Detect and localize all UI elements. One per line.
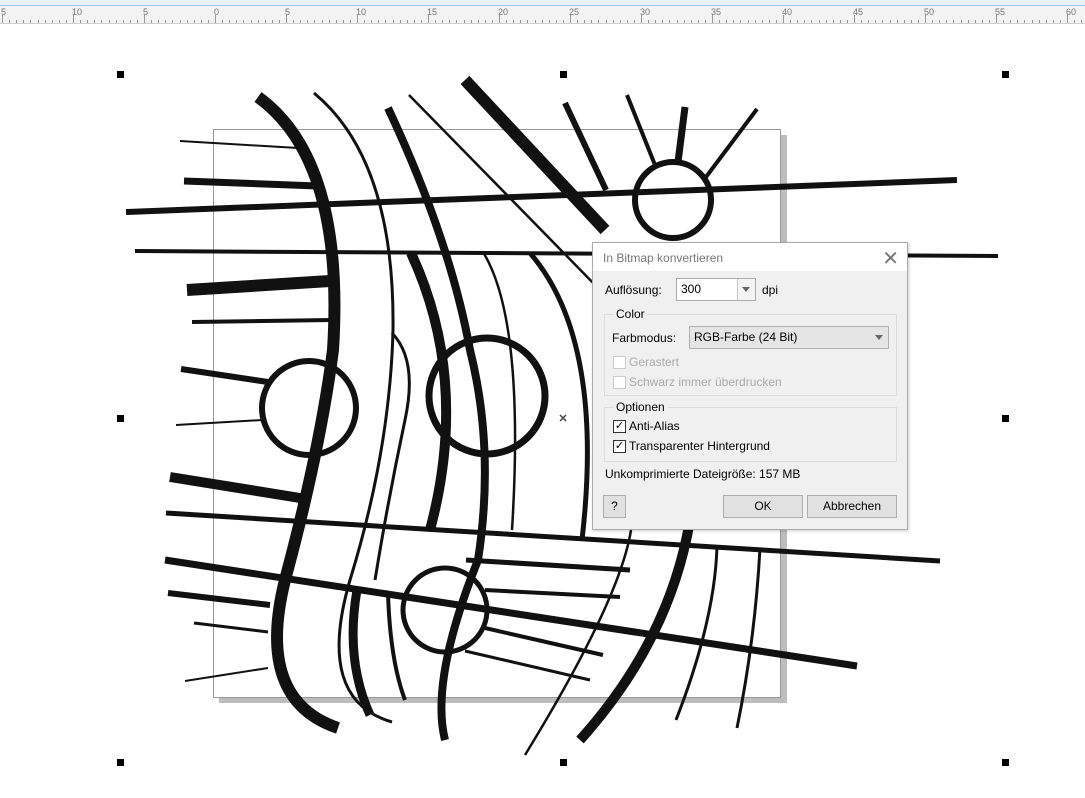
resolution-label: Auflösung: [605,283,662,297]
ok-button[interactable]: OK [723,495,803,518]
color-mode-select[interactable]: RGB-Farbe (24 Bit) [689,326,889,349]
color-group: Color Farbmodus: RGB-Farbe (24 Bit) Gera… [604,307,897,396]
antialias-checkbox[interactable]: ✓ [613,420,626,433]
dialog-title: In Bitmap konvertieren [593,243,907,271]
help-button[interactable]: ? [603,495,626,518]
drawing-canvas[interactable] [0,0,1085,798]
file-size-text: Unkomprimierte Dateigröße: 157 MB [605,467,801,481]
convert-to-bitmap-dialog: In Bitmap konvertieren ✕ Auflösung: 300 … [592,242,908,530]
dithered-checkbox[interactable] [613,356,626,369]
resolution-combo[interactable]: 300 [676,278,756,301]
transparent-background-checkbox[interactable]: ✓ [613,440,626,453]
transparent-background-label: Transparenter Hintergrund [629,439,770,453]
options-group: Optionen ✓ Anti-Alias ✓ Transparenter Hi… [604,400,897,462]
chevron-down-icon [875,335,883,340]
antialias-label: Anti-Alias [629,419,680,433]
close-icon[interactable]: ✕ [882,246,899,271]
color-group-label: Color [613,307,648,321]
cancel-button[interactable]: Abbrechen [807,495,897,518]
overprint-label: Schwarz immer überdrucken [629,375,782,389]
options-group-label: Optionen [613,400,668,414]
color-mode-label: Farbmodus: [612,331,677,345]
color-mode-value: RGB-Farbe (24 Bit) [694,330,798,344]
overprint-checkbox[interactable] [613,376,626,389]
chevron-down-icon[interactable] [737,279,755,300]
dithered-label: Gerastert [629,355,680,369]
resolution-value: 300 [681,282,702,296]
resolution-unit: dpi [762,283,779,297]
